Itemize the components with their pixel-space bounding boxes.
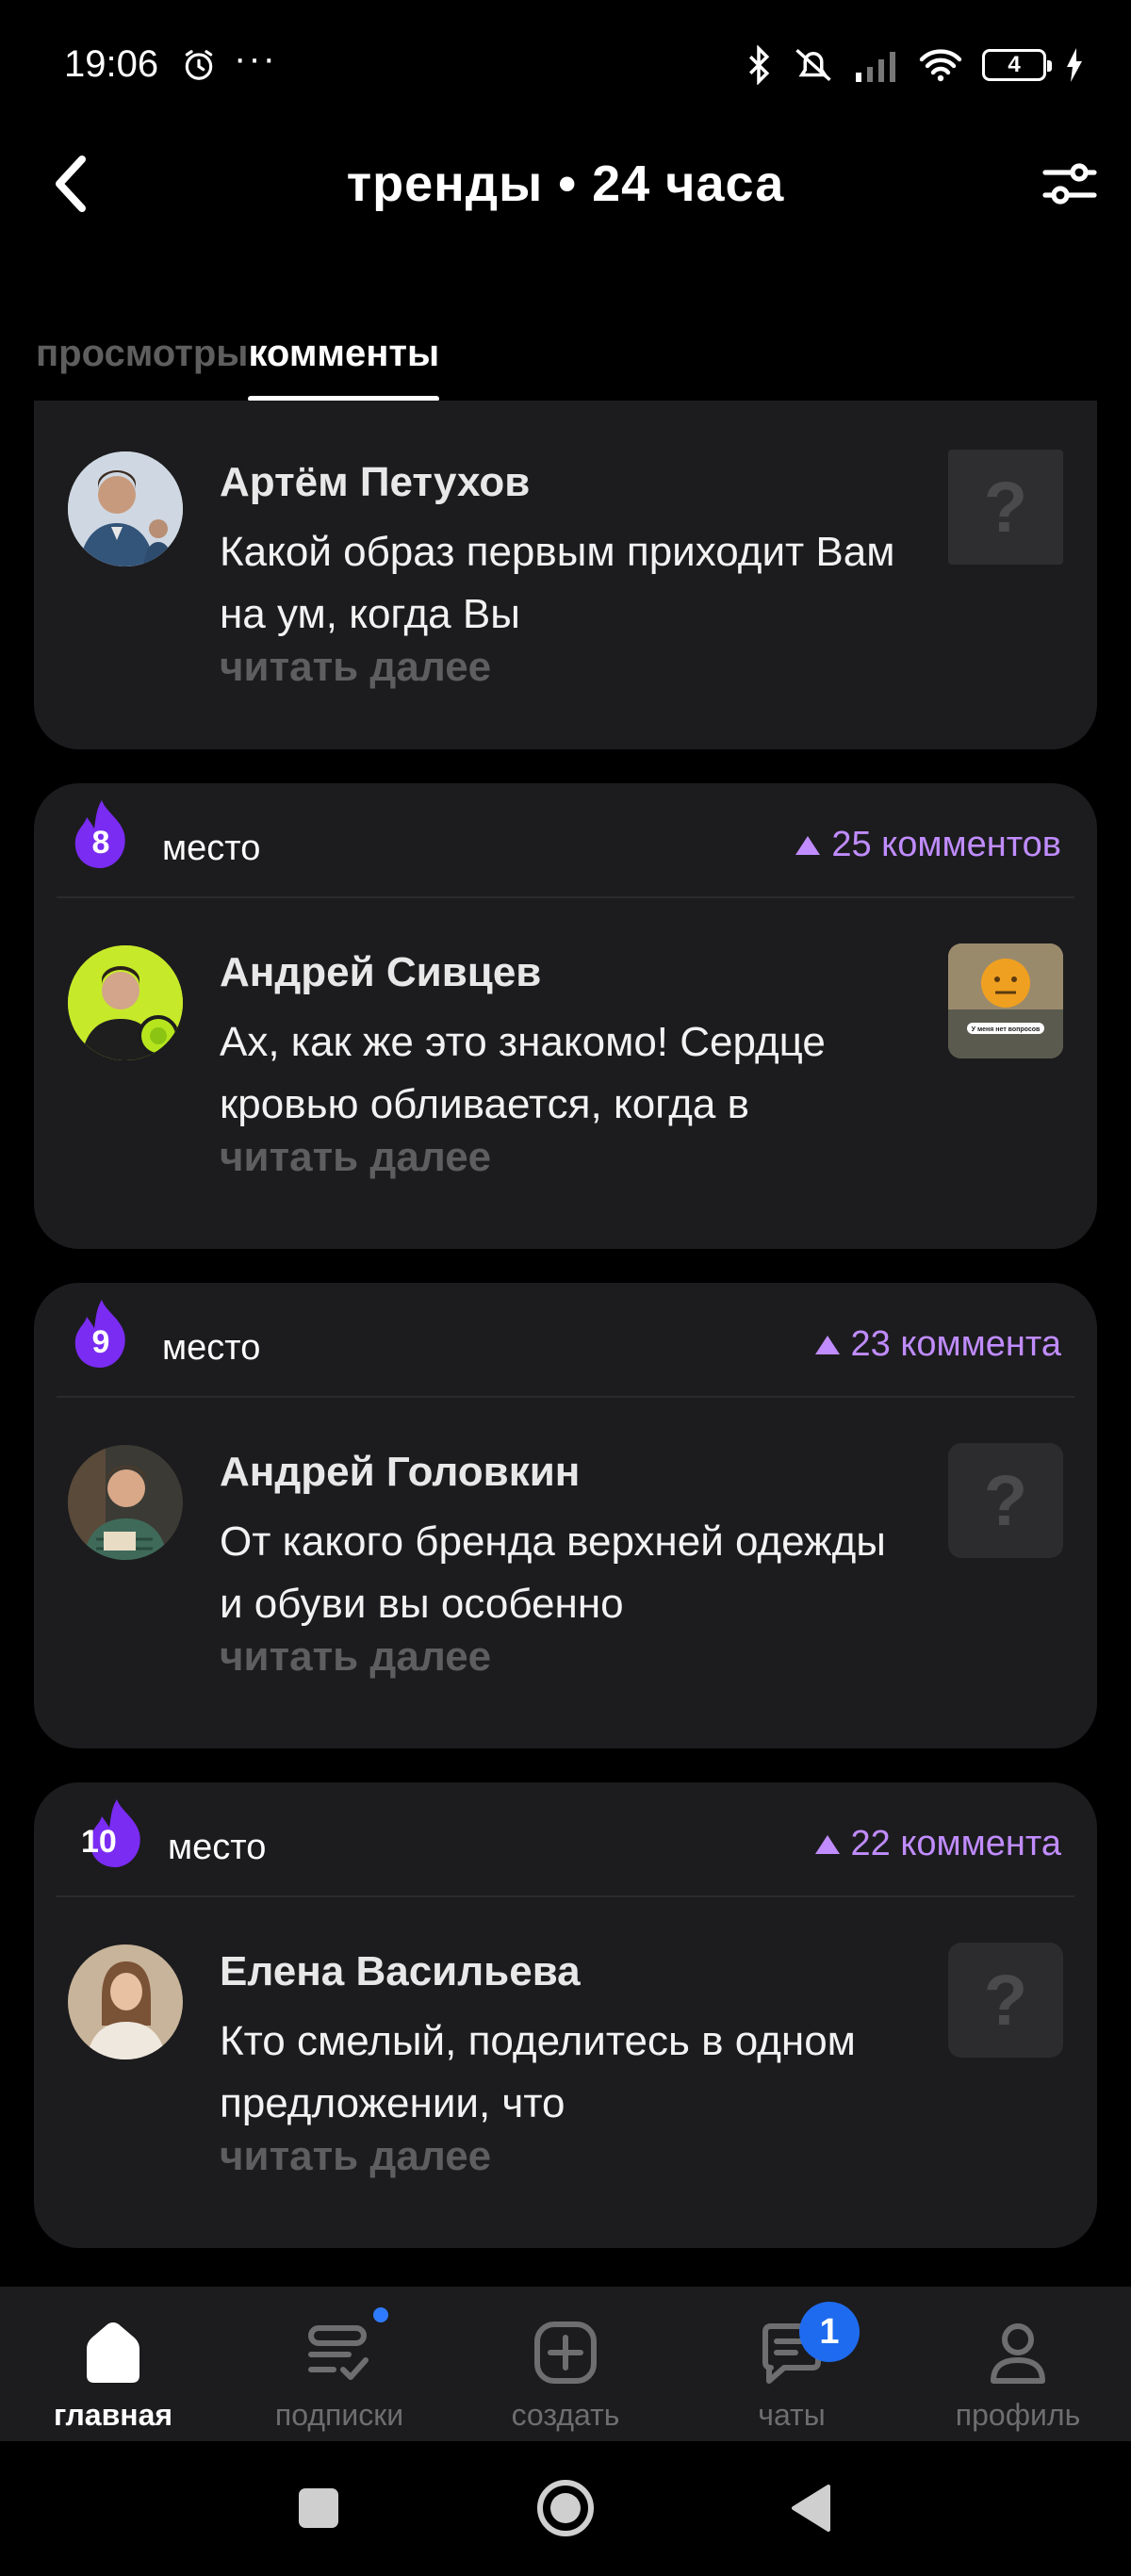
trend-card[interactable]: 9 место 23 коммента Андрей Головкин От к… xyxy=(34,1283,1097,1748)
read-more-link[interactable]: читать далее xyxy=(220,1134,491,1181)
status-more-dots: ··· xyxy=(234,38,277,79)
card-header: 10 место 22 коммента xyxy=(57,1782,1074,1897)
triangle-back-icon xyxy=(792,2485,830,2532)
home-icon xyxy=(87,2322,139,2383)
mute-bell-icon xyxy=(795,48,831,82)
nav-create[interactable]: создать xyxy=(452,2287,679,2441)
question-mark-icon: ? xyxy=(983,1960,1028,2041)
post-thumbnail[interactable]: У меня нет вопросов xyxy=(948,943,1063,1058)
avatar[interactable] xyxy=(68,1445,183,1560)
comments-count-label: 22 коммента xyxy=(850,1824,1062,1863)
nav-home[interactable]: главная xyxy=(0,2287,226,2441)
post-author[interactable]: Елена Васильева xyxy=(220,1948,581,1995)
avatar[interactable] xyxy=(68,945,183,1060)
bottom-navigation: главная подписки создать 1 чаты профиль xyxy=(0,2287,1131,2441)
nav-profile-label: профиль xyxy=(955,2398,1081,2432)
nav-profile[interactable]: профиль xyxy=(905,2287,1131,2441)
nav-subscriptions-label: подписки xyxy=(274,2398,404,2432)
place-label: место xyxy=(168,1828,267,1867)
nav-chats[interactable]: 1 чаты xyxy=(679,2287,905,2441)
post-text[interactable]: От какого бренда верхней одежды и обуви … xyxy=(220,1511,917,1635)
unread-chats-badge: 1 xyxy=(799,2302,860,2362)
place-number: 9 xyxy=(91,1324,110,1360)
avatar-photo xyxy=(68,1445,183,1560)
wifi-icon xyxy=(919,49,962,82)
signal-icon xyxy=(856,52,895,82)
back-system-button[interactable] xyxy=(778,2475,844,2541)
place-label: место xyxy=(162,1328,261,1368)
charging-icon xyxy=(1067,48,1082,82)
system-navigation xyxy=(0,2441,1131,2576)
comments-count: 23 коммента xyxy=(814,1324,1062,1365)
avatar-photo xyxy=(68,451,183,566)
avatar-photo xyxy=(68,1944,183,2059)
post-thumbnail[interactable]: ? xyxy=(948,450,1063,565)
status-time: 19:06 xyxy=(64,43,159,85)
trending-up-icon xyxy=(795,835,821,855)
trend-feed: Артём Петухов Какой образ первым приходи… xyxy=(34,401,1097,2282)
filter-button[interactable] xyxy=(1037,151,1103,217)
post-thumbnail[interactable]: ? xyxy=(948,1443,1063,1558)
page-title: тренды • 24 часа xyxy=(346,156,785,212)
question-mark-icon: ? xyxy=(983,467,1028,548)
new-content-dot xyxy=(373,2307,388,2322)
comments-count-label: 23 коммента xyxy=(850,1324,1062,1364)
nav-subscriptions[interactable]: подписки xyxy=(226,2287,452,2441)
home-system-button[interactable] xyxy=(533,2475,598,2541)
trend-card[interactable]: Артём Петухов Какой образ первым приходи… xyxy=(34,401,1097,749)
avatar-photo xyxy=(68,945,183,1060)
place-number: 8 xyxy=(91,825,110,861)
post-text[interactable]: Ах, как же это знакомо! Сердце кровью об… xyxy=(220,1011,917,1136)
status-bar: 19:06 ··· 4 xyxy=(0,0,1131,132)
comments-count: 25 комментов xyxy=(795,825,1061,865)
read-more-link[interactable]: читать далее xyxy=(220,1633,491,1681)
comments-count: 22 коммента xyxy=(814,1824,1062,1864)
comments-count-label: 25 комментов xyxy=(831,825,1061,864)
trend-card[interactable]: 8 место 25 комментов Андрей Сивцев Ах, к… xyxy=(34,783,1097,1249)
status-icons: 4 xyxy=(745,43,1084,87)
sliders-icon xyxy=(1042,163,1097,205)
header: тренды • 24 часа xyxy=(0,132,1131,236)
question-mark-icon: ? xyxy=(983,1460,1028,1541)
battery-indicator: 4 xyxy=(982,49,1052,81)
tab-comments[interactable]: комменты xyxy=(248,320,439,403)
trending-up-icon xyxy=(814,1335,840,1354)
thumbnail-image: У меня нет вопросов xyxy=(948,943,1063,1058)
subscriptions-icon xyxy=(308,2325,369,2380)
post-author[interactable]: Артём Петухов xyxy=(220,459,530,506)
circle-icon xyxy=(537,2480,594,2536)
post-text[interactable]: Кто смелый, поделитесь в одном предложен… xyxy=(220,2010,917,2135)
tab-views[interactable]: просмотры xyxy=(36,320,248,403)
thumbnail-caption: У меня нет вопросов xyxy=(972,1026,1041,1033)
nav-home-label: главная xyxy=(53,2398,173,2432)
place-label: место xyxy=(162,829,261,868)
post-text[interactable]: Какой образ первым приходит Вам на ум, к… xyxy=(220,521,917,646)
place-number: 10 xyxy=(81,1824,117,1860)
read-more-link[interactable]: читать далее xyxy=(220,2133,491,2180)
recents-button[interactable] xyxy=(286,2475,352,2541)
post-author[interactable]: Андрей Сивцев xyxy=(220,949,541,996)
create-icon xyxy=(534,2322,597,2384)
read-more-link[interactable]: читать далее xyxy=(220,644,491,691)
trending-up-icon xyxy=(814,1834,840,1854)
avatar[interactable] xyxy=(68,451,183,566)
trend-card[interactable]: 10 место 22 коммента Елена Васильева Кто… xyxy=(34,1782,1097,2248)
alarm-icon xyxy=(185,50,213,80)
card-header: 9 место 23 коммента xyxy=(57,1283,1074,1398)
profile-icon xyxy=(991,2323,1045,2384)
card-header: 8 место 25 комментов xyxy=(57,783,1074,898)
nav-create-label: создать xyxy=(511,2398,620,2432)
post-author[interactable]: Андрей Головкин xyxy=(220,1449,580,1496)
tab-bar: просмотры комменты xyxy=(36,320,439,403)
post-thumbnail[interactable]: ? xyxy=(948,1943,1063,2058)
avatar[interactable] xyxy=(68,1944,183,2059)
bluetooth-icon xyxy=(749,45,770,85)
square-icon xyxy=(299,2488,338,2528)
nav-chats-label: чаты xyxy=(758,2398,826,2432)
